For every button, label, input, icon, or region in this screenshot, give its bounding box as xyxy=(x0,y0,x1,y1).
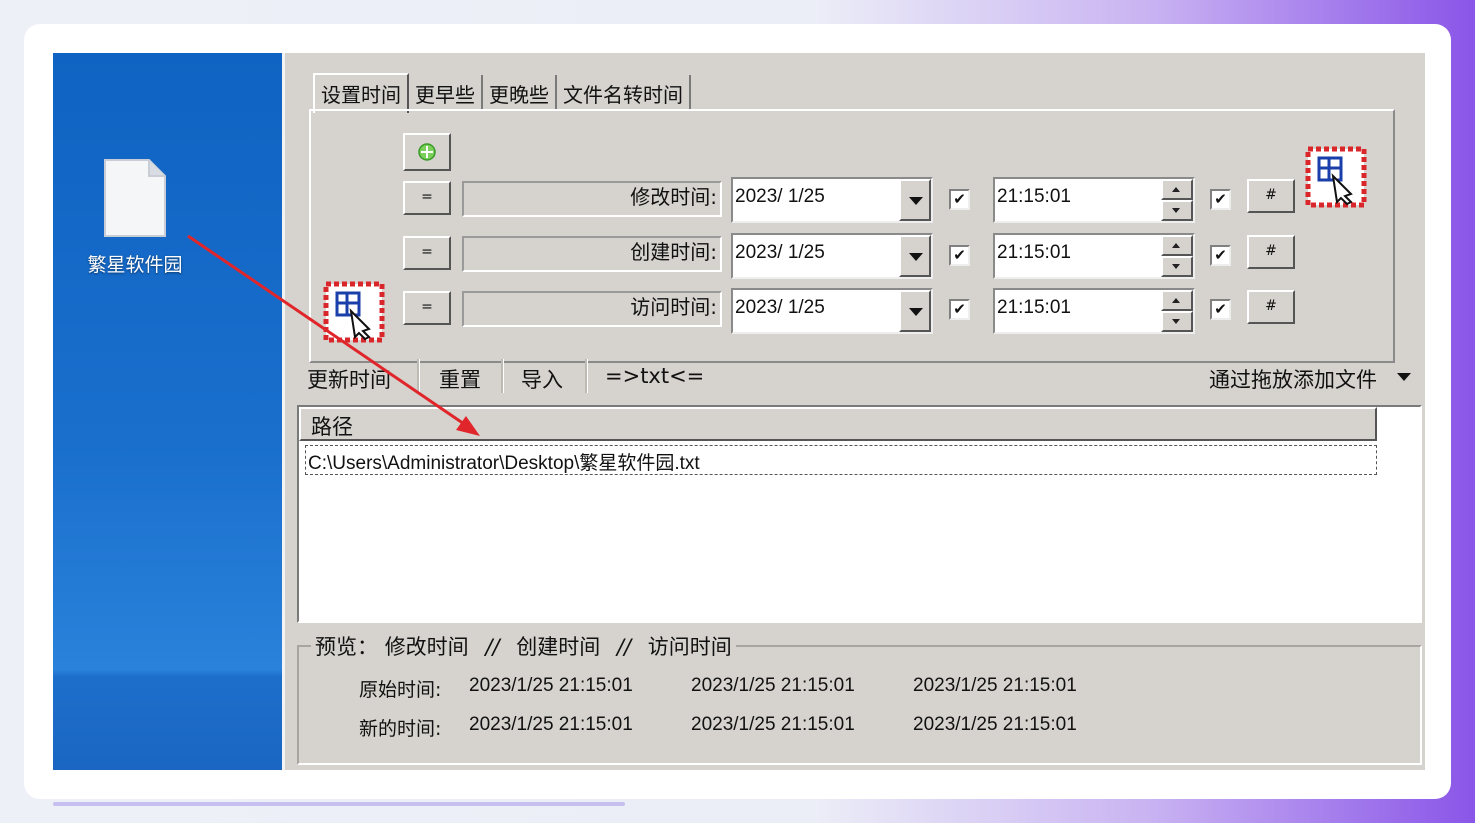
preview-col-created: 创建时间 xyxy=(516,635,601,659)
original-accessed-time: 2023/1/25 21:15:01 xyxy=(913,675,1077,696)
tab-bar: 设置时间 更早些 更晚些 文件名转时间 xyxy=(313,73,691,113)
equal-button-modified[interactable]: = xyxy=(403,181,451,215)
new-modified-time: 2023/1/25 21:15:01 xyxy=(469,714,633,735)
list-item[interactable]: C:\Users\Administrator\Desktop\繁星软件园.txt xyxy=(305,445,1377,475)
file-icon[interactable] xyxy=(103,158,167,238)
tab-later[interactable]: 更晚些 xyxy=(483,75,557,109)
created-date-checkbox[interactable]: ✔ xyxy=(949,245,970,266)
update-time-button[interactable]: 更新时间 xyxy=(307,364,391,394)
modified-time-field[interactable]: 21:15:01 xyxy=(993,177,1195,223)
chevron-down-icon[interactable] xyxy=(1397,373,1411,381)
tab-filename-to-time[interactable]: 文件名转时间 xyxy=(557,75,691,109)
accessed-time-checkbox[interactable]: ✔ xyxy=(1210,299,1231,320)
equal-button-created[interactable]: = xyxy=(403,236,451,270)
modified-time-spinner[interactable] xyxy=(1161,179,1193,221)
modified-date-dropdown-icon[interactable] xyxy=(899,179,931,221)
refresh-icon[interactable] xyxy=(403,133,451,171)
preview-prefix: 预览： xyxy=(315,635,378,659)
tab-set-time[interactable]: 设置时间 xyxy=(313,73,409,113)
txt-button[interactable]: =>txt<= xyxy=(605,364,704,388)
file-label[interactable]: 繁星软件园 xyxy=(53,250,217,277)
modified-date-value: 2023/ 1/25 xyxy=(735,186,825,207)
preview-separator: // xyxy=(616,635,632,659)
created-hash-button[interactable]: # xyxy=(1247,235,1295,269)
toolbar-separator xyxy=(417,359,420,393)
modified-time-label: 修改时间: xyxy=(630,185,717,209)
modified-hash-button[interactable]: # xyxy=(1247,179,1295,213)
new-created-time: 2023/1/25 21:15:01 xyxy=(691,714,855,735)
preview-separator: // xyxy=(485,635,500,659)
created-time-value: 21:15:01 xyxy=(997,242,1071,263)
toolbar-separator xyxy=(501,359,504,393)
modified-time-checkbox[interactable]: ✔ xyxy=(1210,189,1231,210)
new-accessed-time: 2023/1/25 21:15:01 xyxy=(913,714,1077,735)
progress-underline xyxy=(53,802,625,806)
accessed-time-field[interactable]: 21:15:01 xyxy=(993,288,1195,334)
new-time-label: 新的时间: xyxy=(359,718,442,740)
accessed-time-label: 访问时间: xyxy=(630,295,717,319)
created-time-checkbox[interactable]: ✔ xyxy=(1210,245,1231,266)
original-time-label: 原始时间: xyxy=(359,679,442,701)
accessed-date-picker[interactable]: 2023/ 1/25 xyxy=(731,288,933,334)
drag-target-icon[interactable] xyxy=(1305,146,1367,208)
tab-earlier[interactable]: 更早些 xyxy=(409,75,483,109)
created-time-label: 创建时间: xyxy=(630,240,717,264)
preview-col-modified: 修改时间 xyxy=(384,635,469,659)
accessed-time-value: 21:15:01 xyxy=(997,297,1071,318)
accessed-hash-button[interactable]: # xyxy=(1247,290,1295,324)
original-modified-time: 2023/1/25 21:15:01 xyxy=(469,675,633,696)
created-date-value: 2023/ 1/25 xyxy=(735,242,825,263)
created-date-dropdown-icon[interactable] xyxy=(899,235,931,277)
accessed-date-checkbox[interactable]: ✔ xyxy=(949,299,970,320)
drag-add-files-dropdown[interactable]: 通过拖放添加文件 xyxy=(1209,364,1377,394)
accessed-time-spinner[interactable] xyxy=(1161,290,1193,332)
preview-col-accessed: 访问时间 xyxy=(647,635,732,659)
created-time-spinner[interactable] xyxy=(1161,235,1193,277)
drag-target-icon-left[interactable] xyxy=(323,281,385,343)
accessed-date-dropdown-icon[interactable] xyxy=(899,290,931,332)
created-date-picker[interactable]: 2023/ 1/25 xyxy=(731,233,933,279)
reset-button[interactable]: 重置 xyxy=(439,364,481,394)
equal-button-accessed[interactable]: = xyxy=(403,291,451,325)
modified-date-checkbox[interactable]: ✔ xyxy=(949,189,970,210)
original-created-time: 2023/1/25 21:15:01 xyxy=(691,675,855,696)
import-button[interactable]: 导入 xyxy=(521,364,563,394)
toolbar-separator xyxy=(585,359,588,393)
path-column-header[interactable]: 路径 xyxy=(299,407,1377,441)
created-time-field[interactable]: 21:15:01 xyxy=(993,233,1195,279)
modified-time-value: 21:15:01 xyxy=(997,186,1071,207)
modified-date-picker[interactable]: 2023/ 1/25 xyxy=(731,177,933,223)
file-list[interactable]: 路径 C:\Users\Administrator\Desktop\繁星软件园.… xyxy=(297,405,1422,623)
preview-legend: 预览： 修改时间 // 创建时间 // 访问时间 xyxy=(311,631,736,661)
file-time-editor-window: 设置时间 更早些 更晚些 文件名转时间 = 修改时间: 2023/ 1/25 ✔… xyxy=(282,53,1425,770)
desktop: 繁星软件园 xyxy=(53,53,282,770)
accessed-date-value: 2023/ 1/25 xyxy=(735,297,825,318)
preview-group: 预览： 修改时间 // 创建时间 // 访问时间 原始时间: 2023/1/25… xyxy=(297,631,1422,765)
